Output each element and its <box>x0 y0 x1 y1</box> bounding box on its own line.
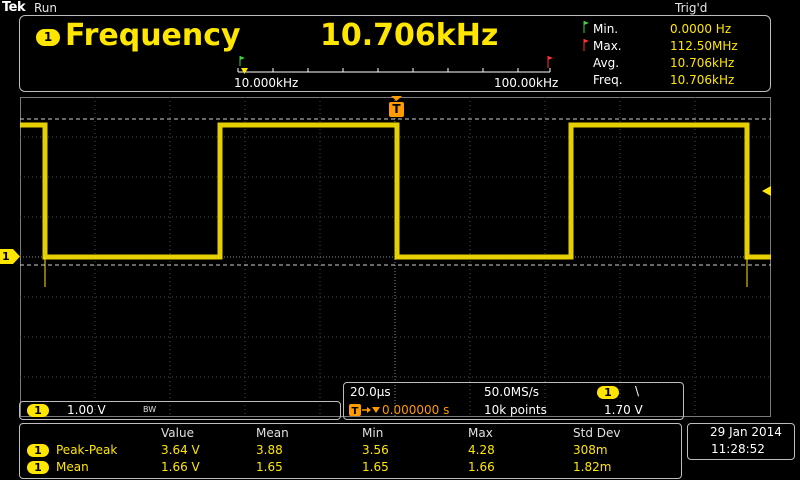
stat-max-value: 112.50MHz <box>670 39 738 53</box>
trigger-level: 1.70 V <box>604 403 643 417</box>
time-per-div: 20.0µs <box>350 385 391 399</box>
stat-freq-value: 10.706kHz <box>670 73 735 87</box>
trigger-position-marker[interactable]: T <box>389 96 404 118</box>
channel1-volts-div: 1.00 V <box>67 403 106 417</box>
svg-text:T: T <box>352 406 359 417</box>
stat-min-label: Min. <box>593 22 619 36</box>
table-cell: 4.28 <box>468 443 495 457</box>
table-cell: 3.64 V <box>161 443 200 457</box>
channel1-trace <box>20 122 771 260</box>
bandwidth-limit-icon: BW <box>143 405 157 414</box>
table-cell: 1.66 <box>468 460 495 474</box>
measurement-channel-badge: 1 <box>36 29 60 46</box>
min-flag-icon <box>239 56 245 66</box>
max-flag-icon <box>547 56 553 68</box>
sample-rate: 50.0MS/s <box>484 385 539 399</box>
col-header-mean: Mean <box>256 426 289 440</box>
col-header-stddev: Std Dev <box>573 426 621 440</box>
table-cell: 1.65 <box>256 460 283 474</box>
measurement-value: 10.706kHz <box>320 18 499 53</box>
brand-logo: Tek <box>2 0 26 15</box>
scale-min-label: 10.000kHz <box>234 76 299 90</box>
stat-min-value: 0.0000 Hz <box>670 22 732 36</box>
table-cell: 308m <box>573 443 608 457</box>
stat-avg-value: 10.706kHz <box>670 56 735 70</box>
waveform-graticule[interactable] <box>20 97 771 417</box>
channel1-badge: 1 <box>27 404 49 417</box>
table-row-channel-badge: 1 <box>27 461 49 474</box>
measurement-title: Frequency <box>65 18 241 53</box>
trigger-source-badge: 1 <box>597 386 619 399</box>
table-row-channel-badge: 1 <box>27 444 49 457</box>
trigger-slope-icon: \ <box>635 384 640 398</box>
trigger-offset-icon: T <box>349 402 380 417</box>
table-cell: 3.88 <box>256 443 283 457</box>
table-cell: 1.66 V <box>161 460 200 474</box>
trigger-level-icon <box>762 186 771 196</box>
trigger-offset-value: 0.000000 s <box>382 403 450 417</box>
acquisition-status: Run <box>34 1 58 15</box>
date-display: 29 Jan 2014 <box>710 425 782 439</box>
trigger-marker-label: T <box>392 102 401 116</box>
frequency-scale-ruler <box>237 56 553 74</box>
stats-flag-icons <box>583 21 589 51</box>
col-header-value: Value <box>161 426 194 440</box>
trigger-status: Trig'd <box>675 1 708 15</box>
channel1-ground-marker[interactable]: 1 <box>0 249 20 264</box>
stat-max-label: Max. <box>593 39 622 53</box>
col-header-min: Min <box>362 426 384 440</box>
table-row-name: Peak-Peak <box>56 443 118 457</box>
time-display: 11:28:52 <box>711 442 765 456</box>
record-length: 10k points <box>484 403 547 417</box>
ground-marker-label: 1 <box>2 250 10 263</box>
table-cell: 3.56 <box>362 443 389 457</box>
col-header-max: Max <box>468 426 493 440</box>
table-row-name: Mean <box>56 460 89 474</box>
stat-freq-label: Freq. <box>593 73 623 87</box>
table-cell: 1.65 <box>362 460 389 474</box>
scale-max-label: 100.00kHz <box>494 76 559 90</box>
stat-avg-label: Avg. <box>593 56 620 70</box>
avg-marker-icon <box>241 68 248 74</box>
table-cell: 1.82m <box>573 460 612 474</box>
